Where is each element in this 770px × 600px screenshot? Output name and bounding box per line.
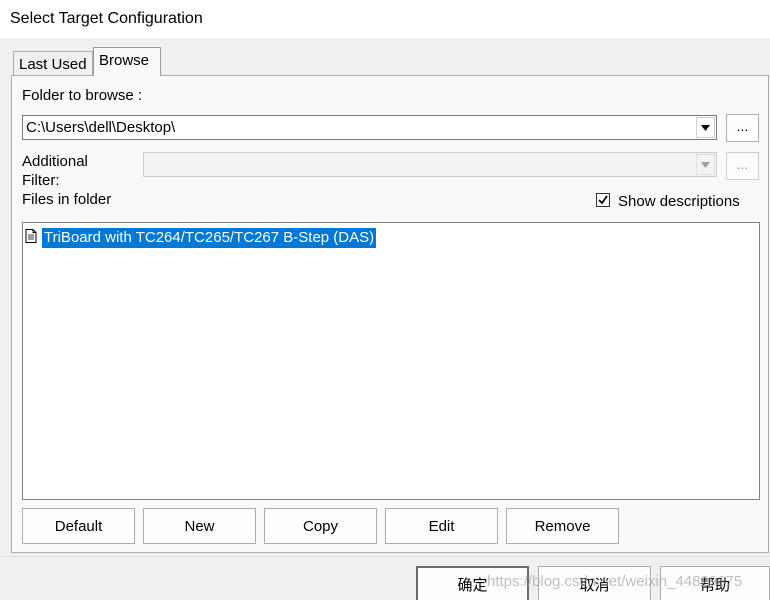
filter-label-line2: Filter: (22, 172, 60, 186)
cancel-button[interactable]: 取消 (538, 566, 651, 600)
filter-label-line1: Additional (22, 153, 88, 170)
help-button[interactable]: 帮助 (660, 566, 770, 600)
list-item-label: TriBoard with TC264/TC265/TC267 B-Step (… (42, 228, 377, 248)
new-button[interactable]: New (143, 508, 256, 544)
edit-button[interactable]: Edit (385, 508, 498, 544)
document-icon (25, 229, 37, 243)
browse-folder-button[interactable]: ... (726, 114, 759, 142)
checkmark-icon (598, 195, 608, 205)
copy-button[interactable]: Copy (264, 508, 377, 544)
dialog-footer (0, 556, 770, 600)
remove-button[interactable]: Remove (506, 508, 619, 544)
filter-label-clip: Filter: (22, 172, 132, 186)
tab-last-used[interactable]: Last Used (13, 51, 93, 75)
files-in-folder-label: Files in folder (22, 191, 112, 208)
chevron-down-icon[interactable] (696, 117, 715, 138)
files-listbox[interactable]: TriBoard with TC264/TC265/TC267 B-Step (… (22, 222, 760, 500)
browse-filter-button[interactable]: ... (726, 152, 759, 180)
title-bar: Select Target Configuration (0, 0, 770, 38)
show-descriptions-checkbox[interactable] (596, 193, 610, 207)
folder-label: Folder to browse : (22, 87, 143, 104)
window-title: Select Target Configuration (10, 10, 203, 27)
chevron-down-icon[interactable] (696, 154, 715, 175)
folder-combobox[interactable]: C:\Users\dell\Desktop\ (22, 115, 717, 140)
show-descriptions-label[interactable]: Show descriptions (618, 193, 740, 210)
folder-path-value: C:\Users\dell\Desktop\ (26, 119, 176, 136)
tab-browse[interactable]: Browse (93, 47, 161, 76)
ok-button[interactable]: 确定 (416, 566, 529, 600)
filter-combobox[interactable] (143, 152, 717, 177)
default-button[interactable]: Default (22, 508, 135, 544)
